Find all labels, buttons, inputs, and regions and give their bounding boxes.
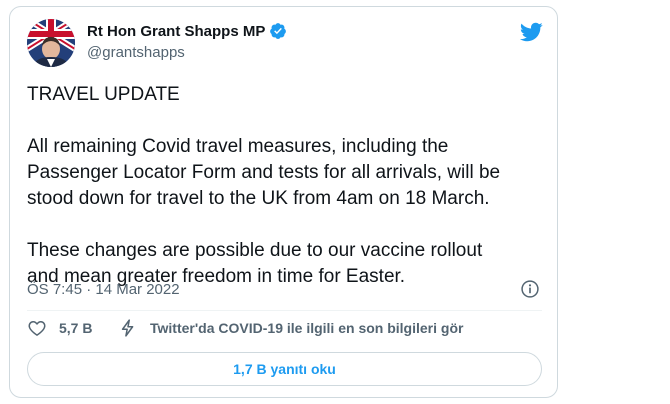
- verified-badge-icon: [270, 23, 287, 39]
- lightning-bolt-icon: [121, 319, 134, 337]
- tweet-card: Rt Hon Grant Shapps MP @grantshapps TRAV…: [9, 6, 558, 398]
- avatar-photo: [27, 19, 75, 67]
- author-handle[interactable]: @grantshapps: [87, 44, 185, 61]
- heart-icon: [28, 321, 46, 336]
- like-count: 5,7 B: [59, 320, 93, 336]
- author-display-name[interactable]: Rt Hon Grant Shapps MP: [87, 23, 265, 40]
- covid-info-label: Twitter'da COVID-19 ile ilgili en son bi…: [150, 320, 464, 336]
- info-icon[interactable]: [520, 279, 540, 299]
- like-button[interactable]: 5,7 B: [27, 318, 92, 338]
- twitter-bird-icon[interactable]: [519, 20, 543, 44]
- tweet-timestamp[interactable]: ÖS 7:45 · 14 Mar 2022: [27, 281, 180, 298]
- avatar[interactable]: [27, 19, 75, 67]
- author-name-row[interactable]: Rt Hon Grant Shapps MP: [87, 22, 287, 40]
- tweet-text: TRAVEL UPDATE All remaining Covid travel…: [27, 84, 501, 287]
- covid-info-link[interactable]: Twitter'da COVID-19 ile ilgili en son bi…: [118, 318, 463, 338]
- read-replies-button[interactable]: 1,7 B yanıtı oku: [27, 352, 542, 386]
- divider: [27, 310, 542, 311]
